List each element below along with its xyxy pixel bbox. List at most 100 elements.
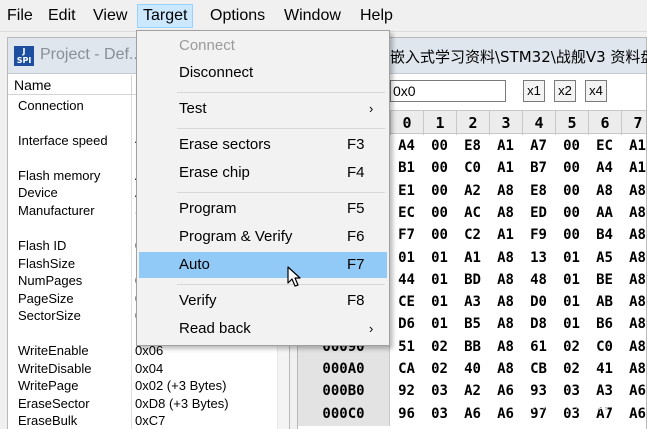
menu-item-read-back[interactable]: Read back › [139, 316, 387, 342]
memory-byte[interactable]: A1 [489, 223, 522, 247]
memory-byte[interactable]: 00 [555, 223, 588, 247]
memory-byte[interactable]: D0 [522, 290, 555, 314]
menu-item-disconnect[interactable]: Disconnect [139, 60, 387, 86]
address-input[interactable]: 0x0 [390, 80, 506, 102]
memory-byte[interactable]: C2 [456, 223, 489, 247]
memory-byte[interactable]: A8 [621, 201, 647, 225]
memory-byte[interactable]: 51 [390, 335, 423, 359]
memory-byte[interactable]: BD [456, 268, 489, 292]
memory-byte[interactable]: A8 [489, 335, 522, 359]
zoom-x2-button[interactable]: x2 [554, 80, 576, 102]
memory-byte[interactable]: A5 [588, 246, 621, 270]
memory-byte[interactable]: ED [522, 201, 555, 225]
memory-byte[interactable]: 92 [390, 379, 423, 403]
memory-byte[interactable]: 01 [423, 246, 456, 270]
memory-byte[interactable]: 01 [555, 312, 588, 336]
memory-byte[interactable]: A6 [621, 402, 647, 426]
memory-byte[interactable]: A8 [621, 335, 647, 359]
memory-byte[interactable]: A2 [456, 379, 489, 403]
memory-byte[interactable]: D8 [522, 312, 555, 336]
memory-byte[interactable]: A8 [489, 290, 522, 314]
memory-byte[interactable]: 01 [423, 268, 456, 292]
memory-byte[interactable]: A8 [489, 246, 522, 270]
memory-byte[interactable]: A4 [588, 156, 621, 180]
memory-byte[interactable]: B5 [456, 312, 489, 336]
memory-byte[interactable]: 00 [555, 134, 588, 158]
memory-byte[interactable]: A8 [588, 179, 621, 203]
memory-byte[interactable]: A8 [621, 246, 647, 270]
memory-byte[interactable]: 01 [390, 246, 423, 270]
memory-byte[interactable]: A8 [621, 223, 647, 247]
memory-byte[interactable]: A8 [621, 290, 647, 314]
memory-byte[interactable]: AB [588, 290, 621, 314]
memory-byte[interactable]: BB [456, 335, 489, 359]
memory-byte[interactable]: D6 [390, 312, 423, 336]
memory-byte[interactable]: AC [456, 201, 489, 225]
memory-byte[interactable]: A6 [621, 379, 647, 403]
memory-byte[interactable]: A8 [489, 312, 522, 336]
memory-byte[interactable]: A6 [456, 402, 489, 426]
memory-byte[interactable]: A1 [621, 134, 647, 158]
memory-byte[interactable]: 41 [588, 357, 621, 381]
memory-byte[interactable]: A8 [489, 268, 522, 292]
memory-byte[interactable]: 02 [555, 357, 588, 381]
memory-byte[interactable]: B4 [588, 223, 621, 247]
memory-byte[interactable]: C0 [456, 156, 489, 180]
menu-item-verify[interactable]: Verify F8 [139, 288, 387, 314]
memory-byte[interactable]: A8 [621, 268, 647, 292]
memory-byte[interactable]: A1 [456, 246, 489, 270]
memory-byte[interactable]: CA [390, 357, 423, 381]
memory-byte[interactable]: 00 [555, 179, 588, 203]
column-header-name[interactable]: Name [8, 75, 132, 95]
memory-byte[interactable]: A1 [489, 156, 522, 180]
memory-byte[interactable]: E8 [522, 179, 555, 203]
memory-byte[interactable]: A6 [489, 402, 522, 426]
memory-byte[interactable]: A4 [390, 134, 423, 158]
memory-byte[interactable]: CB [522, 357, 555, 381]
menu-file[interactable]: File [2, 4, 38, 28]
memory-byte[interactable]: 96 [390, 402, 423, 426]
memory-byte[interactable]: 02 [423, 335, 456, 359]
zoom-x4-button[interactable]: x4 [585, 80, 607, 102]
menu-item-program-verify[interactable]: Program & Verify F6 [139, 224, 387, 250]
memory-byte[interactable]: A1 [621, 156, 647, 180]
memory-byte[interactable]: A3 [456, 290, 489, 314]
memory-byte[interactable]: CE [390, 290, 423, 314]
memory-byte[interactable]: 03 [423, 379, 456, 403]
menu-edit[interactable]: Edit [43, 4, 81, 28]
memory-byte[interactable]: 01 [555, 246, 588, 270]
menu-target[interactable]: Target [137, 4, 194, 28]
memory-byte[interactable]: A6 [489, 379, 522, 403]
memory-byte[interactable]: 61 [522, 335, 555, 359]
memory-byte[interactable]: 00 [423, 134, 456, 158]
memory-byte[interactable]: 03 [423, 402, 456, 426]
memory-byte[interactable]: A8 [489, 179, 522, 203]
memory-byte[interactable]: 48 [522, 268, 555, 292]
memory-byte[interactable]: 02 [555, 335, 588, 359]
memory-byte[interactable]: 13 [522, 246, 555, 270]
memory-byte[interactable]: 01 [555, 290, 588, 314]
menu-item-erase-chip[interactable]: Erase chip F4 [139, 160, 387, 186]
zoom-x1-button[interactable]: x1 [523, 80, 545, 102]
memory-byte[interactable]: A1 [489, 134, 522, 158]
memory-byte[interactable]: 00 [423, 156, 456, 180]
memory-byte[interactable]: 00 [423, 223, 456, 247]
memory-byte[interactable]: 40 [456, 357, 489, 381]
menu-help[interactable]: Help [355, 4, 398, 28]
memory-byte[interactable]: A7 [522, 134, 555, 158]
memory-byte[interactable]: A8 [621, 357, 647, 381]
memory-byte[interactable]: BE [588, 268, 621, 292]
memory-byte[interactable]: E8 [456, 134, 489, 158]
menu-view[interactable]: View [88, 4, 132, 28]
memory-byte[interactable]: 01 [555, 268, 588, 292]
memory-byte[interactable]: EC [390, 201, 423, 225]
memory-byte[interactable]: A8 [489, 201, 522, 225]
memory-byte[interactable]: A8 [489, 357, 522, 381]
memory-byte[interactable]: 00 [423, 179, 456, 203]
memory-byte[interactable]: F7 [390, 223, 423, 247]
memory-byte[interactable]: F9 [522, 223, 555, 247]
memory-byte[interactable]: 00 [555, 201, 588, 225]
menu-item-program[interactable]: Program F5 [139, 196, 387, 222]
memory-byte[interactable]: 44 [390, 268, 423, 292]
memory-byte[interactable]: A2 [456, 179, 489, 203]
